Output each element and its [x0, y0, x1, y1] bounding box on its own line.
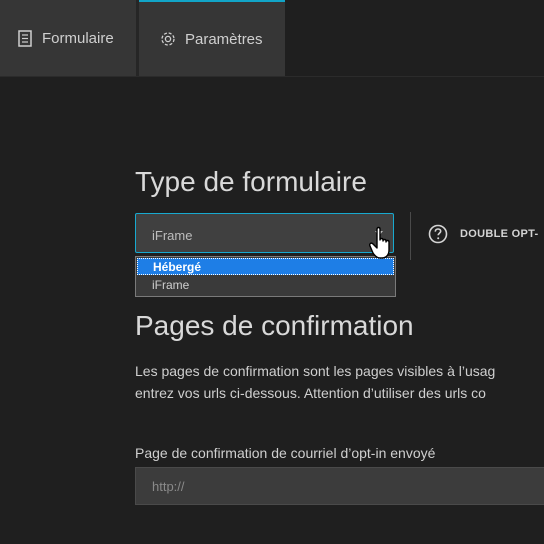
tab-formulaire-label: Formulaire [42, 29, 114, 47]
confirmation-description-line-1: Les pages de confirmation sont les pages… [135, 363, 496, 379]
tab-parametres[interactable]: Paramètres [139, 0, 285, 76]
optin-confirmation-url-label: Page de confirmation de courriel d’opt-i… [135, 445, 436, 461]
top-tab-bar: Formulaire Paramètres [0, 0, 544, 77]
optin-confirmation-url-placeholder: http:// [152, 479, 185, 494]
help-circle-icon[interactable] [428, 224, 448, 244]
tab-formulaire[interactable]: Formulaire [0, 0, 136, 76]
confirmation-description-line-2: entrez vos urls ci-dessous. Attention d’… [135, 385, 486, 401]
gear-icon [159, 30, 177, 48]
form-type-select-value: iFrame [152, 228, 193, 243]
vertical-divider [410, 212, 411, 260]
form-type-dropdown-list: Hébergé iFrame [135, 256, 396, 297]
optin-confirmation-url-input[interactable]: http:// [135, 467, 544, 505]
double-opt-label: DOUBLE OPT- [460, 228, 539, 240]
form-icon [16, 29, 34, 47]
tab-parametres-label: Paramètres [185, 30, 263, 48]
form-type-title: Type de formulaire [135, 166, 367, 197]
option-heberge[interactable]: Hébergé [137, 258, 394, 275]
option-iframe[interactable]: iFrame [137, 277, 394, 294]
confirmation-description: Les pages de confirmation sont les pages… [135, 360, 544, 404]
hand-cursor-icon [369, 226, 390, 259]
form-type-select[interactable]: iFrame [135, 213, 394, 253]
confirmation-title: Pages de confirmation [135, 310, 414, 341]
